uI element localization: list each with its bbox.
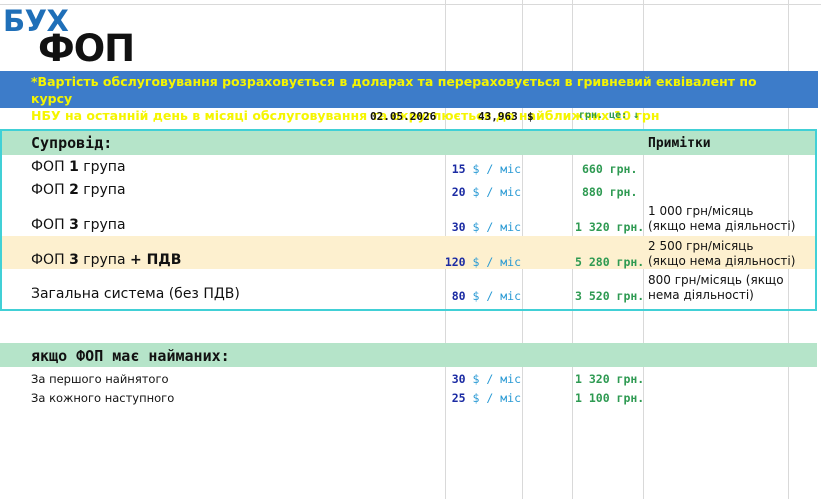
- uah-price: 880 грн.: [582, 185, 638, 199]
- usd-price: 30 $ / міс: [451, 220, 521, 234]
- pricing-notice-banner: *Вартість обслуговування розраховується …: [27, 71, 788, 123]
- row-note: 2 500 грн/місяць (якщо нема діяльності): [648, 239, 796, 268]
- row-label: ФОП 3 група + ПДВ: [31, 252, 182, 268]
- notes-header: Примітки: [648, 136, 711, 151]
- banner-line-1: *Вартість обслуговування розраховується …: [31, 74, 757, 106]
- row-label: ФОП 2 група: [31, 182, 126, 198]
- usd-price: 120 $ / міс: [444, 255, 521, 269]
- rate-currency: $: [527, 110, 534, 123]
- logo-bottom-text: ФОП: [38, 27, 135, 70]
- support-title: Супровід:: [31, 134, 113, 152]
- uah-price: 660 грн.: [582, 162, 638, 176]
- rate-date: 02.05.2026: [370, 110, 437, 123]
- uah-price: 1 320 грн.: [575, 220, 645, 234]
- row-note: 1 000 грн/місяць (якщо нема діяльності): [648, 204, 796, 233]
- usd-price: 30 $ / міс: [451, 372, 521, 386]
- banner-right-cell: [788, 71, 818, 108]
- row-label: ФОП 1 група: [31, 159, 126, 175]
- row-label: ФОП 3 група: [31, 217, 126, 233]
- row-note: 800 грн/місяць (якщо нема діяльності): [648, 273, 784, 302]
- usd-price: 25 $ / міс: [451, 391, 521, 405]
- uah-price: 1 320 грн.: [575, 372, 645, 386]
- employees-title: якщо ФОП має найманих:: [31, 347, 230, 365]
- uah-price: 3 520 грн.: [575, 289, 645, 303]
- usd-price: 20 $ / міс: [451, 185, 521, 199]
- usd-price: 80 $ / міс: [451, 289, 521, 303]
- logo: БУХ ФОП: [0, 0, 160, 70]
- row-label: Загальна система (без ПДВ): [31, 286, 240, 302]
- banner-left-cell: [0, 71, 27, 108]
- uah-price: 1 100 грн.: [575, 391, 645, 405]
- row-label: За кожного наступного: [31, 391, 175, 405]
- row-label: За першого найнятого: [31, 372, 169, 386]
- rate-note: грн. це: ↓: [579, 110, 640, 121]
- rate-value: 43,963: [478, 110, 518, 123]
- uah-price: 5 280 грн.: [575, 255, 645, 269]
- usd-price: 15 $ / міс: [451, 162, 521, 176]
